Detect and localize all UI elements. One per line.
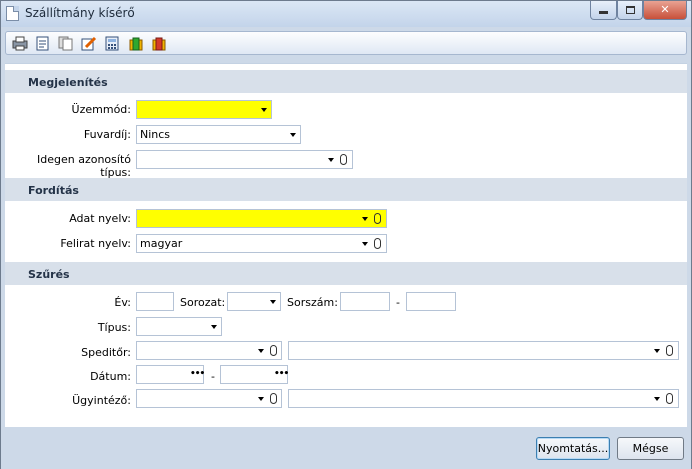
- caption-lang-select[interactable]: magyar: [136, 234, 387, 253]
- section-header-translation: Fordítás: [5, 178, 687, 201]
- copy-document-icon[interactable]: [58, 36, 74, 51]
- form-content: Megjelenítés Üzemmód: Fuvardíj: Nincs Id…: [5, 63, 687, 427]
- paperclip-icon[interactable]: [374, 213, 381, 224]
- caption-lang-value: magyar: [140, 237, 183, 250]
- date-range-separator: -: [211, 370, 215, 383]
- freight-select[interactable]: Nincs: [136, 125, 301, 144]
- paperclip-icon[interactable]: [270, 393, 277, 404]
- close-button[interactable]: ✕: [643, 1, 687, 20]
- dialog-footer: Nyomtatás... Mégse: [1, 429, 691, 469]
- date-from-input[interactable]: •••: [136, 365, 205, 384]
- series-select[interactable]: [227, 292, 281, 311]
- edit-document-icon[interactable]: [35, 36, 51, 51]
- forwarder-name-select[interactable]: [288, 341, 679, 360]
- forwarder-code-select[interactable]: [136, 341, 282, 360]
- data-lang-label: Adat nyelv:: [69, 212, 131, 225]
- date-picker-button[interactable]: •••: [190, 369, 205, 379]
- date-to-input[interactable]: •••: [220, 365, 289, 384]
- chevron-down-icon: [362, 217, 368, 221]
- freight-value: Nincs: [140, 128, 171, 141]
- administrator-label: Ügyintéző:: [72, 394, 131, 407]
- serial-label: Sorszám:: [287, 296, 338, 309]
- close-icon: ✕: [660, 3, 670, 16]
- year-input[interactable]: [136, 292, 174, 311]
- date-label: Dátum:: [90, 370, 131, 383]
- chevron-down-icon: [654, 349, 660, 353]
- serial-from-input[interactable]: [340, 292, 390, 311]
- forwarder-label: Speditőr:: [81, 346, 131, 359]
- toolbar: [5, 31, 687, 55]
- mode-select[interactable]: [136, 100, 272, 119]
- chevron-down-icon: [362, 242, 368, 246]
- freight-label: Fuvardíj:: [83, 128, 131, 141]
- maximize-icon: [625, 6, 635, 14]
- section-header-display: Megjelenítés: [5, 70, 687, 93]
- cancel-button[interactable]: Mégse: [617, 437, 684, 460]
- paperclip-icon[interactable]: [666, 345, 673, 356]
- administrator-code-select[interactable]: [136, 389, 282, 408]
- window-title: Szállítmány kísérő: [25, 6, 135, 20]
- date-picker-button[interactable]: •••: [274, 369, 289, 379]
- serial-to-input[interactable]: [406, 292, 456, 311]
- calculator-icon[interactable]: [104, 36, 120, 51]
- print-button[interactable]: Nyomtatás...: [536, 437, 610, 460]
- type-select[interactable]: [136, 317, 222, 336]
- print-icon[interactable]: [12, 36, 28, 51]
- mode-label: Üzemmód:: [71, 103, 131, 116]
- chevron-down-icon: [211, 325, 217, 329]
- data-lang-select[interactable]: [136, 209, 387, 228]
- serial-range-separator: -: [396, 296, 400, 309]
- green-box-icon[interactable]: [128, 36, 144, 51]
- chevron-down-icon: [258, 397, 264, 401]
- minimize-icon: [599, 11, 608, 14]
- foreign-id-label: Idegen azonosító típus:: [37, 153, 131, 179]
- chevron-down-icon: [261, 108, 267, 112]
- maximize-button[interactable]: [617, 1, 643, 20]
- red-box-icon[interactable]: [151, 36, 167, 51]
- year-label: Év:: [114, 296, 131, 309]
- dialog-window: Szállítmány kísérő ✕ Megjelenítés Üzemmó…: [0, 0, 692, 469]
- type-label: Típus:: [97, 321, 131, 334]
- section-header-filter: Szűrés: [5, 262, 687, 285]
- administrator-name-select[interactable]: [288, 389, 679, 408]
- chevron-down-icon: [270, 300, 276, 304]
- chevron-down-icon: [290, 133, 296, 137]
- chevron-down-icon: [328, 158, 334, 162]
- series-label: Sorozat:: [180, 296, 226, 309]
- paperclip-icon[interactable]: [270, 345, 277, 356]
- minimize-button[interactable]: [590, 1, 617, 20]
- notes-icon[interactable]: [81, 36, 97, 51]
- document-icon: [6, 6, 19, 21]
- caption-lang-label: Felirat nyelv:: [60, 237, 131, 250]
- foreign-id-select[interactable]: [136, 150, 353, 169]
- chevron-down-icon: [654, 397, 660, 401]
- paperclip-icon[interactable]: [374, 238, 381, 249]
- chevron-down-icon: [258, 349, 264, 353]
- paperclip-icon[interactable]: [340, 154, 347, 165]
- paperclip-icon[interactable]: [666, 393, 673, 404]
- title-bar: Szállítmány kísérő ✕: [1, 1, 691, 27]
